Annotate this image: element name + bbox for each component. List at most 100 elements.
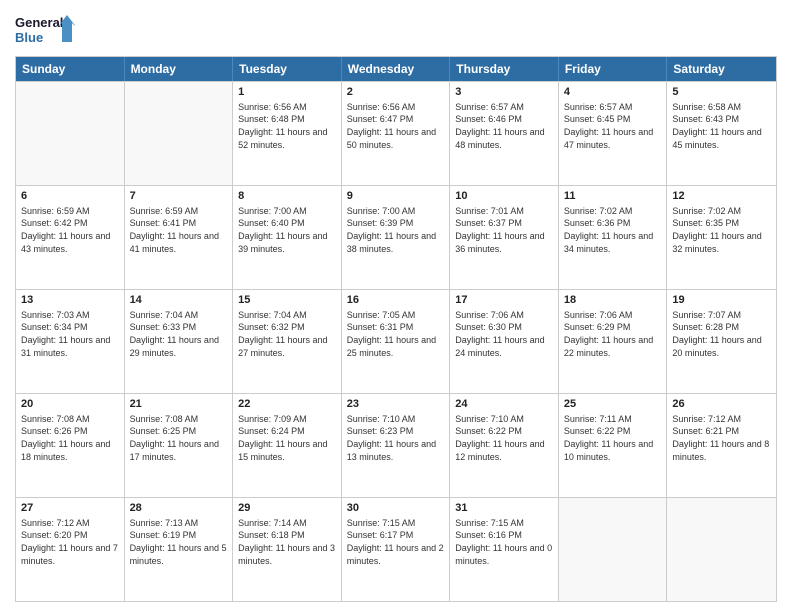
day-number: 9	[347, 189, 445, 204]
cell-sunrise: Sunrise: 6:58 AM	[672, 101, 771, 114]
calendar-row: 13 Sunrise: 7:03 AM Sunset: 6:34 PM Dayl…	[16, 289, 776, 393]
cell-sunset: Sunset: 6:17 PM	[347, 529, 445, 542]
cell-daylight: Daylight: 11 hours and 45 minutes.	[672, 126, 771, 151]
cell-daylight: Daylight: 11 hours and 12 minutes.	[455, 438, 553, 463]
cell-sunset: Sunset: 6:25 PM	[130, 425, 228, 438]
cell-daylight: Daylight: 11 hours and 13 minutes.	[347, 438, 445, 463]
cell-sunset: Sunset: 6:22 PM	[564, 425, 662, 438]
calendar: SundayMondayTuesdayWednesdayThursdayFrid…	[15, 56, 777, 602]
cell-sunset: Sunset: 6:36 PM	[564, 217, 662, 230]
calendar-cell: 14 Sunrise: 7:04 AM Sunset: 6:33 PM Dayl…	[125, 290, 234, 393]
calendar-cell: 8 Sunrise: 7:00 AM Sunset: 6:40 PM Dayli…	[233, 186, 342, 289]
cell-sunrise: Sunrise: 6:59 AM	[21, 205, 119, 218]
day-number: 11	[564, 189, 662, 204]
calendar-cell: 4 Sunrise: 6:57 AM Sunset: 6:45 PM Dayli…	[559, 82, 668, 185]
cell-sunrise: Sunrise: 7:08 AM	[130, 413, 228, 426]
day-number: 6	[21, 189, 119, 204]
cell-daylight: Daylight: 11 hours and 41 minutes.	[130, 230, 228, 255]
cell-sunset: Sunset: 6:29 PM	[564, 321, 662, 334]
cell-daylight: Daylight: 11 hours and 15 minutes.	[238, 438, 336, 463]
cell-sunrise: Sunrise: 7:14 AM	[238, 517, 336, 530]
day-number: 5	[672, 85, 771, 100]
cell-sunset: Sunset: 6:22 PM	[455, 425, 553, 438]
calendar-cell: 19 Sunrise: 7:07 AM Sunset: 6:28 PM Dayl…	[667, 290, 776, 393]
cell-sunrise: Sunrise: 7:02 AM	[564, 205, 662, 218]
cell-sunrise: Sunrise: 7:10 AM	[347, 413, 445, 426]
day-number: 14	[130, 293, 228, 308]
day-number: 26	[672, 397, 771, 412]
cell-sunset: Sunset: 6:41 PM	[130, 217, 228, 230]
cell-sunrise: Sunrise: 7:01 AM	[455, 205, 553, 218]
weekday-header: Wednesday	[342, 57, 451, 81]
cell-daylight: Daylight: 11 hours and 8 minutes.	[672, 438, 771, 463]
weekday-header: Sunday	[16, 57, 125, 81]
cell-sunset: Sunset: 6:21 PM	[672, 425, 771, 438]
logo-svg: General Blue	[15, 10, 75, 50]
cell-sunrise: Sunrise: 7:03 AM	[21, 309, 119, 322]
calendar-cell	[16, 82, 125, 185]
cell-daylight: Daylight: 11 hours and 48 minutes.	[455, 126, 553, 151]
calendar-cell: 12 Sunrise: 7:02 AM Sunset: 6:35 PM Dayl…	[667, 186, 776, 289]
cell-daylight: Daylight: 11 hours and 0 minutes.	[455, 542, 553, 567]
day-number: 7	[130, 189, 228, 204]
cell-daylight: Daylight: 11 hours and 34 minutes.	[564, 230, 662, 255]
cell-sunset: Sunset: 6:19 PM	[130, 529, 228, 542]
cell-daylight: Daylight: 11 hours and 31 minutes.	[21, 334, 119, 359]
cell-sunrise: Sunrise: 7:13 AM	[130, 517, 228, 530]
cell-daylight: Daylight: 11 hours and 43 minutes.	[21, 230, 119, 255]
cell-sunrise: Sunrise: 7:05 AM	[347, 309, 445, 322]
cell-daylight: Daylight: 11 hours and 47 minutes.	[564, 126, 662, 151]
calendar-row: 20 Sunrise: 7:08 AM Sunset: 6:26 PM Dayl…	[16, 393, 776, 497]
calendar-cell: 3 Sunrise: 6:57 AM Sunset: 6:46 PM Dayli…	[450, 82, 559, 185]
day-number: 27	[21, 501, 119, 516]
calendar-cell: 28 Sunrise: 7:13 AM Sunset: 6:19 PM Dayl…	[125, 498, 234, 601]
cell-sunrise: Sunrise: 7:12 AM	[672, 413, 771, 426]
calendar-cell: 7 Sunrise: 6:59 AM Sunset: 6:41 PM Dayli…	[125, 186, 234, 289]
cell-sunset: Sunset: 6:23 PM	[347, 425, 445, 438]
day-number: 12	[672, 189, 771, 204]
cell-daylight: Daylight: 11 hours and 18 minutes.	[21, 438, 119, 463]
cell-sunset: Sunset: 6:26 PM	[21, 425, 119, 438]
day-number: 19	[672, 293, 771, 308]
cell-sunset: Sunset: 6:45 PM	[564, 113, 662, 126]
cell-sunrise: Sunrise: 7:15 AM	[347, 517, 445, 530]
day-number: 3	[455, 85, 553, 100]
day-number: 18	[564, 293, 662, 308]
cell-sunset: Sunset: 6:39 PM	[347, 217, 445, 230]
day-number: 15	[238, 293, 336, 308]
cell-sunrise: Sunrise: 6:56 AM	[347, 101, 445, 114]
day-number: 31	[455, 501, 553, 516]
calendar-cell: 13 Sunrise: 7:03 AM Sunset: 6:34 PM Dayl…	[16, 290, 125, 393]
cell-sunset: Sunset: 6:33 PM	[130, 321, 228, 334]
day-number: 1	[238, 85, 336, 100]
cell-sunrise: Sunrise: 7:00 AM	[238, 205, 336, 218]
cell-sunset: Sunset: 6:47 PM	[347, 113, 445, 126]
cell-sunset: Sunset: 6:32 PM	[238, 321, 336, 334]
day-number: 23	[347, 397, 445, 412]
weekday-header: Monday	[125, 57, 234, 81]
day-number: 25	[564, 397, 662, 412]
calendar-cell: 9 Sunrise: 7:00 AM Sunset: 6:39 PM Dayli…	[342, 186, 451, 289]
calendar-cell: 20 Sunrise: 7:08 AM Sunset: 6:26 PM Dayl…	[16, 394, 125, 497]
cell-sunrise: Sunrise: 7:11 AM	[564, 413, 662, 426]
calendar-cell: 5 Sunrise: 6:58 AM Sunset: 6:43 PM Dayli…	[667, 82, 776, 185]
day-number: 10	[455, 189, 553, 204]
cell-daylight: Daylight: 11 hours and 52 minutes.	[238, 126, 336, 151]
day-number: 30	[347, 501, 445, 516]
svg-text:General: General	[15, 15, 63, 30]
calendar-body: 1 Sunrise: 6:56 AM Sunset: 6:48 PM Dayli…	[16, 81, 776, 601]
calendar-cell: 2 Sunrise: 6:56 AM Sunset: 6:47 PM Dayli…	[342, 82, 451, 185]
cell-sunset: Sunset: 6:20 PM	[21, 529, 119, 542]
calendar-cell: 27 Sunrise: 7:12 AM Sunset: 6:20 PM Dayl…	[16, 498, 125, 601]
logo: General Blue	[15, 10, 75, 50]
day-number: 2	[347, 85, 445, 100]
cell-sunset: Sunset: 6:37 PM	[455, 217, 553, 230]
day-number: 22	[238, 397, 336, 412]
cell-daylight: Daylight: 11 hours and 3 minutes.	[238, 542, 336, 567]
cell-sunrise: Sunrise: 6:57 AM	[564, 101, 662, 114]
cell-sunset: Sunset: 6:28 PM	[672, 321, 771, 334]
cell-daylight: Daylight: 11 hours and 36 minutes.	[455, 230, 553, 255]
cell-sunrise: Sunrise: 6:57 AM	[455, 101, 553, 114]
cell-sunset: Sunset: 6:35 PM	[672, 217, 771, 230]
cell-sunset: Sunset: 6:43 PM	[672, 113, 771, 126]
